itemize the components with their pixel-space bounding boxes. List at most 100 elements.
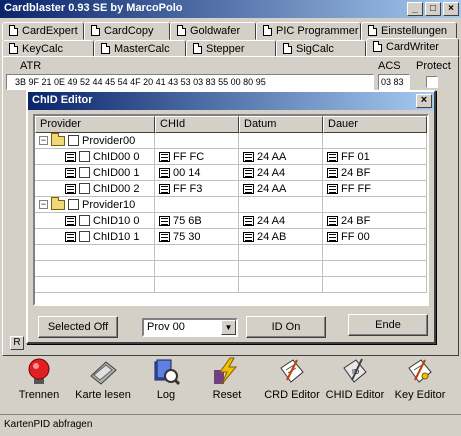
tab-label: PIC Programmer bbox=[276, 25, 359, 37]
edit-icon[interactable] bbox=[159, 151, 170, 162]
chid-value: 00 14 bbox=[173, 166, 201, 179]
row-checkbox[interactable] bbox=[79, 151, 90, 162]
chid-document-icon: ID bbox=[343, 358, 367, 383]
grid-header: Provider CHId Datum Dauer bbox=[35, 116, 427, 133]
dauer-value: 24 BF bbox=[341, 166, 371, 179]
table-row[interactable]: ChID00 0 FF FC 24 AA FF 01 bbox=[35, 148, 427, 165]
row-checkbox[interactable] bbox=[79, 167, 90, 178]
row-checkbox[interactable] bbox=[79, 215, 90, 226]
row-checkbox[interactable] bbox=[79, 231, 90, 242]
protect-label: Protect bbox=[416, 60, 451, 72]
chid-editor-dialog: ChID Editor × Provider CHId Datum Dauer … bbox=[26, 90, 436, 344]
log-file-icon bbox=[154, 359, 181, 386]
minimize-button[interactable]: _ bbox=[407, 2, 423, 16]
page-icon bbox=[91, 25, 100, 36]
tab-cardcopy[interactable]: CardCopy bbox=[84, 22, 170, 40]
ende-button[interactable]: Ende bbox=[348, 314, 428, 336]
edit-icon[interactable] bbox=[243, 215, 254, 226]
window-title: Cardblaster 0.93 SE by MarcoPolo bbox=[4, 2, 183, 14]
collapse-icon[interactable]: − bbox=[39, 136, 48, 145]
chid-label: ChID00 2 bbox=[93, 182, 140, 195]
key-editor-button[interactable]: Key Editor bbox=[392, 356, 448, 406]
edit-icon[interactable] bbox=[243, 167, 254, 178]
tab-label: Goldwafer bbox=[190, 25, 241, 37]
atr-field[interactable]: 3B 9F 21 0E 49 52 44 45 54 4F 20 41 43 5… bbox=[6, 74, 374, 90]
close-button[interactable]: × bbox=[443, 2, 459, 16]
log-button[interactable]: Log bbox=[146, 356, 186, 406]
page-icon bbox=[263, 25, 272, 36]
tab-cardexpert[interactable]: CardExpert bbox=[2, 22, 84, 40]
edit-icon[interactable] bbox=[65, 167, 76, 178]
crd-editor-button[interactable]: CRD Editor bbox=[262, 356, 322, 406]
chid-grid[interactable]: Provider CHId Datum Dauer − Provider00 Ch… bbox=[33, 114, 429, 306]
r-button[interactable]: R bbox=[10, 336, 24, 350]
tab-cardwriter[interactable]: CardWriter bbox=[366, 38, 459, 58]
edit-icon[interactable] bbox=[159, 215, 170, 226]
column-header-provider[interactable]: Provider bbox=[35, 116, 155, 133]
chid-editor-label: CHID Editor bbox=[325, 389, 385, 401]
selected-off-button[interactable]: Selected Off bbox=[38, 316, 118, 338]
key-document-icon bbox=[408, 359, 432, 383]
acs-field[interactable]: 03 83 bbox=[378, 74, 410, 90]
page-icon bbox=[101, 43, 110, 54]
folder-icon bbox=[51, 132, 65, 146]
table-row[interactable]: − Provider00 bbox=[35, 132, 427, 149]
karte-lesen-button[interactable]: Karte lesen bbox=[70, 356, 136, 406]
table-row bbox=[35, 244, 427, 261]
table-row[interactable]: ChID10 1 75 30 24 AB FF 00 bbox=[35, 228, 427, 245]
tab-goldwafer[interactable]: Goldwafer bbox=[170, 22, 256, 40]
id-on-button[interactable]: ID On bbox=[246, 316, 326, 338]
column-header-chid[interactable]: CHId bbox=[155, 116, 239, 133]
edit-icon[interactable] bbox=[327, 167, 338, 178]
edit-icon[interactable] bbox=[327, 215, 338, 226]
row-checkbox[interactable] bbox=[68, 199, 79, 210]
edit-icon[interactable] bbox=[327, 231, 338, 242]
edit-icon[interactable] bbox=[327, 151, 338, 162]
edit-icon[interactable] bbox=[243, 231, 254, 242]
tab-label: KeyCalc bbox=[22, 43, 63, 55]
dialog-close-button[interactable]: × bbox=[416, 94, 432, 108]
edit-icon[interactable] bbox=[159, 183, 170, 194]
protect-checkbox[interactable] bbox=[426, 76, 438, 88]
trennen-button[interactable]: Trennen bbox=[14, 356, 64, 406]
table-row[interactable]: ChID00 2 FF F3 24 AA FF FF bbox=[35, 180, 427, 197]
column-header-datum[interactable]: Datum bbox=[239, 116, 323, 133]
edit-icon[interactable] bbox=[159, 167, 170, 178]
card-reader-icon bbox=[90, 361, 117, 385]
dauer-value: FF 00 bbox=[341, 230, 370, 243]
edit-icon[interactable] bbox=[159, 231, 170, 242]
chid-label: ChID00 1 bbox=[93, 166, 140, 179]
document-edit-icon bbox=[280, 359, 304, 383]
chid-label: ChID10 0 bbox=[93, 214, 140, 227]
status-bar: KartenPID abfragen bbox=[0, 414, 461, 436]
tab-pic-programmer[interactable]: PIC Programmer bbox=[256, 22, 361, 40]
window-titlebar: Cardblaster 0.93 SE by MarcoPolo _ □ × bbox=[0, 0, 461, 18]
datum-value: 24 AA bbox=[257, 150, 287, 163]
row-checkbox[interactable] bbox=[79, 183, 90, 194]
edit-icon[interactable] bbox=[243, 151, 254, 162]
provider-select[interactable]: Prov 00 ▼ bbox=[142, 318, 238, 337]
chevron-down-icon[interactable]: ▼ bbox=[221, 320, 236, 335]
page-icon bbox=[373, 41, 382, 52]
edit-icon[interactable] bbox=[65, 151, 76, 162]
column-header-dauer[interactable]: Dauer bbox=[323, 116, 427, 133]
reset-button[interactable]: Reset bbox=[204, 356, 250, 406]
page-icon bbox=[177, 25, 186, 36]
tab-label: CardCopy bbox=[104, 25, 154, 37]
dauer-value: 24 BF bbox=[341, 214, 371, 227]
edit-icon[interactable] bbox=[65, 215, 76, 226]
edit-icon[interactable] bbox=[327, 183, 338, 194]
edit-icon[interactable] bbox=[243, 183, 254, 194]
table-row[interactable]: ChID00 1 00 14 24 A4 24 BF bbox=[35, 164, 427, 181]
maximize-button[interactable]: □ bbox=[425, 2, 441, 16]
table-row[interactable]: ChID10 0 75 6B 24 A4 24 BF bbox=[35, 212, 427, 229]
edit-icon[interactable] bbox=[65, 183, 76, 194]
row-checkbox[interactable] bbox=[68, 135, 79, 146]
provider-label: Provider00 bbox=[82, 134, 136, 147]
table-row[interactable]: − Provider10 bbox=[35, 196, 427, 213]
edit-icon[interactable] bbox=[65, 231, 76, 242]
tab-label: CardExpert bbox=[22, 25, 78, 37]
table-row bbox=[35, 276, 427, 293]
chid-editor-button[interactable]: ID CHID Editor bbox=[324, 356, 386, 406]
collapse-icon[interactable]: − bbox=[39, 200, 48, 209]
